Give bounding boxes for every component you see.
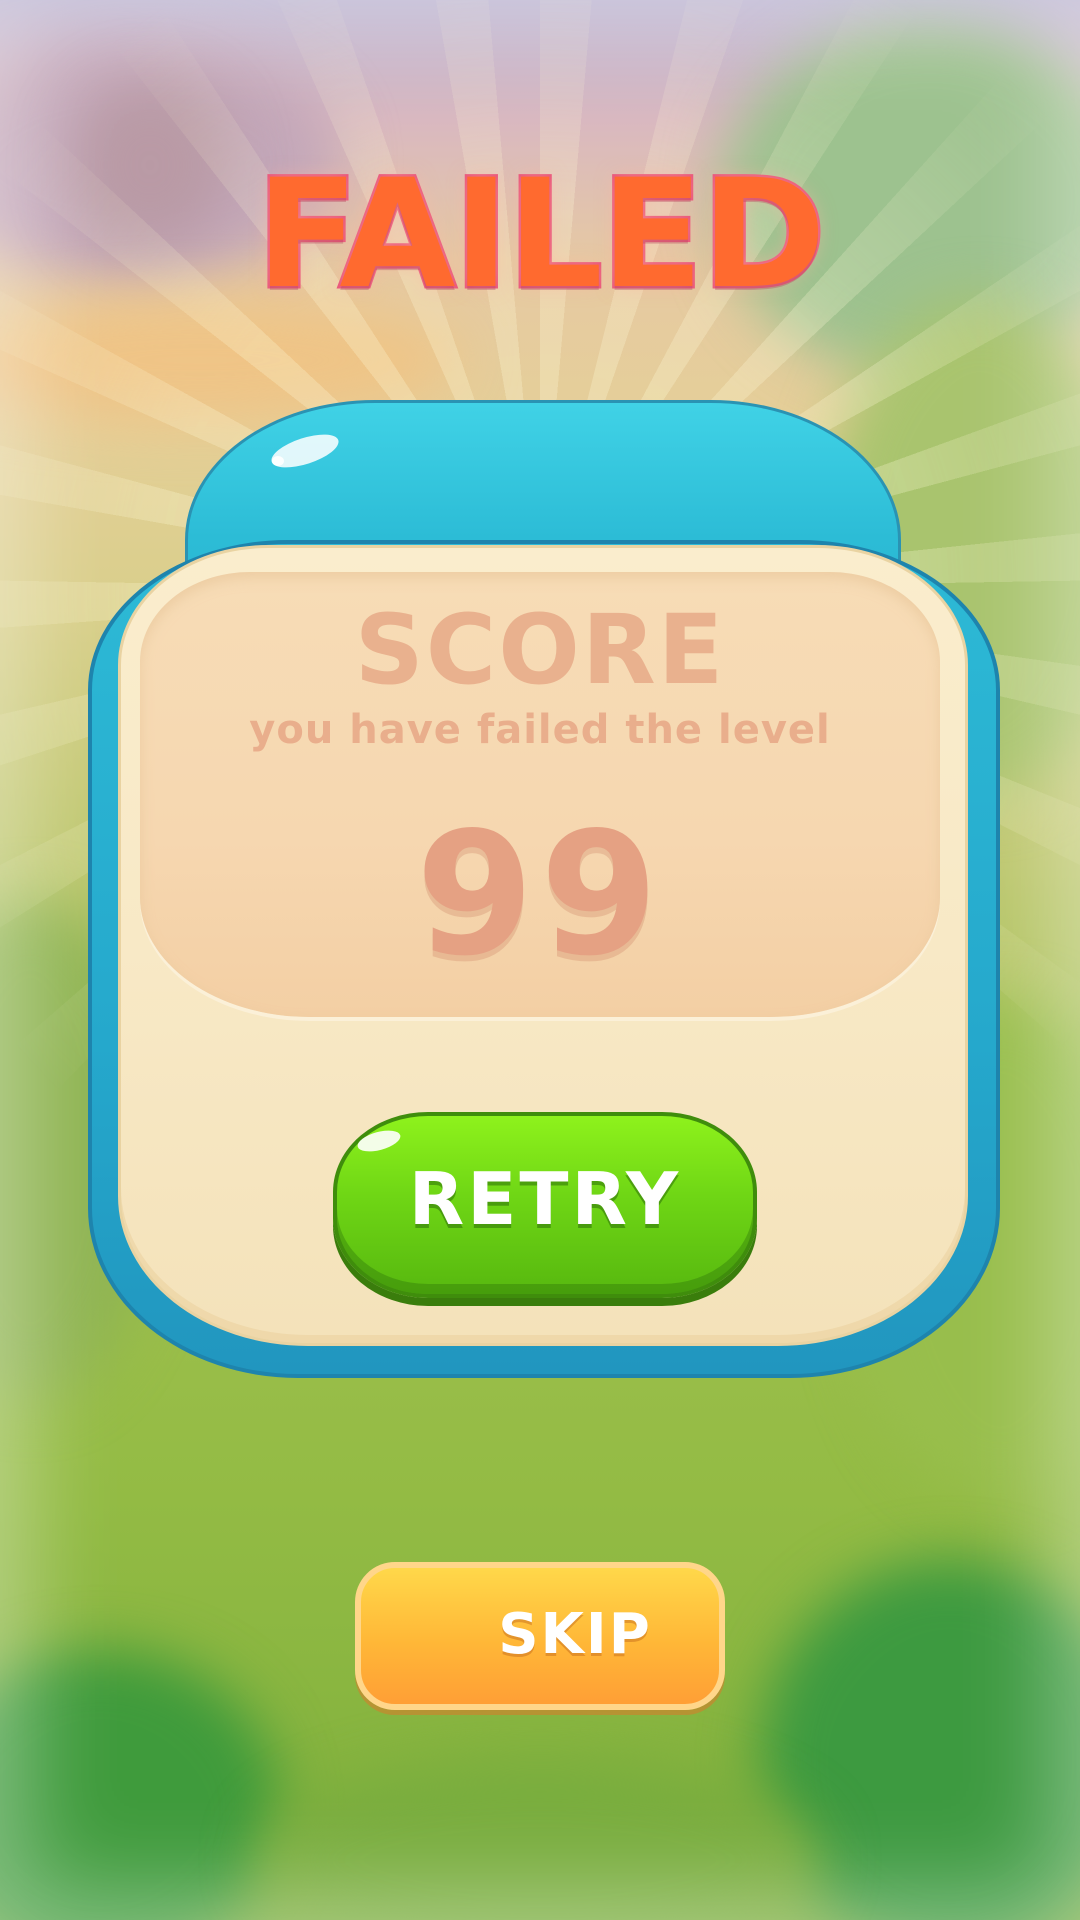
- game-over-screen: FAILED SCORE you have failed the level 9…: [0, 0, 1080, 1920]
- retry-button-label[interactable]: RETRY: [333, 1163, 757, 1235]
- failed-title: FAILED: [254, 148, 829, 322]
- score-label: SCORE: [354, 594, 726, 706]
- failure-message: you have failed the level: [249, 707, 831, 753]
- skip-button-label[interactable]: SKIP: [460, 1607, 690, 1663]
- score-value: 99: [415, 796, 665, 994]
